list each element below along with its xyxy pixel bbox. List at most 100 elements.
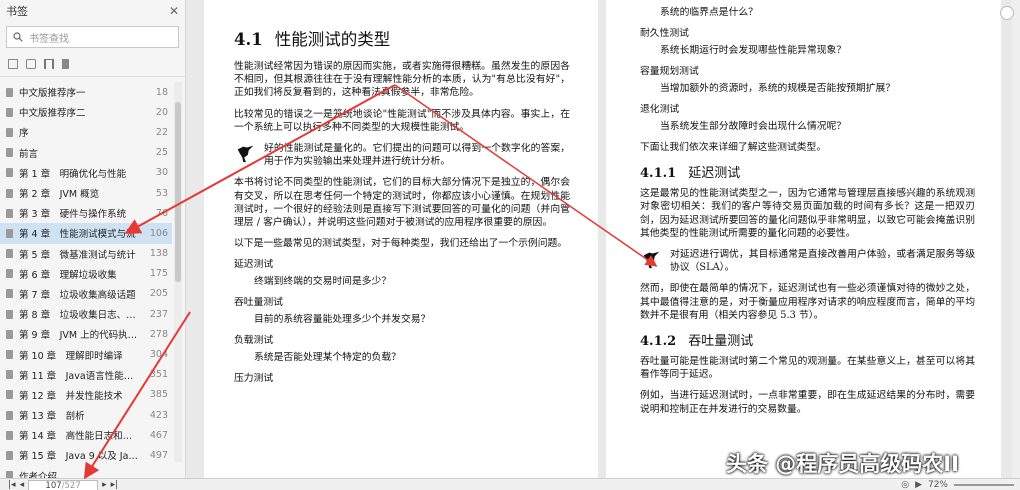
bookmark-icon [6,107,13,117]
sidebar-item-page: 351 [149,369,168,381]
divider [0,76,185,77]
bookmark-icon [6,87,13,97]
sidebar-title: 书签 [6,5,28,18]
watermark: 头条 @程序员高级码农II [726,452,959,476]
sidebar-item-label: 第 10 章 理解即时编译 [19,350,123,362]
sidebar-item-page: 205 [149,288,168,300]
sidebar-item[interactable]: 第 4 章 性能测试模式与流 106 [0,223,172,244]
sidebar-item[interactable]: 第 12 章 并发性能技术 385 [0,385,172,405]
sidebar-header: 书签 ✕ [0,0,185,22]
floating-tool-icon[interactable] [1000,6,1014,20]
sidebar-item-page: 497 [149,449,168,461]
sidebar-item[interactable]: 第 9 章 JVM 上的代码执… 278 [0,324,172,344]
zoom-slider[interactable] [954,484,1014,486]
subsection-heading: 4.1.2 吞吐量测试 [640,334,754,350]
page-number-input[interactable]: 107/527 [28,479,99,490]
sidebar-scrollbar[interactable] [174,82,182,462]
bookmark-icon [6,370,13,380]
test-type-term: 退化测试 [640,104,680,115]
note-block: 好的性能测试是量化的。它们提出的问题可以得到一个数字化的答案，用于作为实验输出来… [234,142,570,168]
bookmark-icon [6,148,13,158]
document-scrollbar[interactable] [1012,0,1020,478]
section-heading: 4.1 性能测试的类型 [234,30,391,49]
sidebar-item-label: 第 3 章 硬件与操作系统 [19,209,127,221]
crow-icon [237,145,254,163]
sidebar-item[interactable]: 第 11 章 Java语言性能… 351 [0,365,172,385]
zoom-level[interactable]: 72% [928,480,948,490]
add-bookmark-icon[interactable] [44,59,54,69]
collapse-icon[interactable] [26,59,36,69]
sidebar-item-page: 20 [155,106,168,118]
sidebar-item-page: 237 [149,308,168,320]
sidebar-item-page: 106 [149,227,168,239]
sidebar-item[interactable]: 中文版推荐序一 18 [0,82,172,102]
paragraph: 以下是一些最常见的测试类型，对于每种类型，我们还给出了一个示例问题。 [234,238,568,250]
sidebar-item[interactable]: 中文版推荐序二 20 [0,102,172,122]
sidebar-item-label: 前言 [19,148,39,160]
sidebar-item-label: 第 13 章 剖析 [19,411,85,423]
sidebar-item[interactable]: 第 8 章 垃圾收集日志、… 237 [0,304,172,324]
bookmark-icon [6,309,13,319]
bookmark-search-input[interactable]: 书签查找 [6,26,179,48]
bookmark-icon [6,350,13,360]
next-page-icon[interactable]: ▸ [102,480,107,490]
sidebar-item-label: 第 5 章 微基准测试与统计 [19,249,136,261]
bookmark-list: 中文版推荐序一 18 中文版推荐序二 20 序 22 前言 25 第 1 章 明确优化与性能 30… [0,82,172,486]
sidebar-item[interactable]: 第 15 章 Java 9 以及 Ja… 497 [0,445,172,465]
sidebar-item[interactable]: 第 6 章 理解垃圾收集 175 [0,264,172,284]
note-text: 好的性能测试是量化的。它们提出的问题可以得到一个数字化的答案，用于作为实验输出来… [264,143,570,168]
bookmark-icon [6,188,13,198]
view-controls: ◎ ▶ 72% [901,479,1014,490]
sidebar-item[interactable]: 第 5 章 微基准测试与统计 138 [0,244,172,264]
sidebar-item-page: 30 [155,167,168,179]
test-type-question: 当系统发生部分故障时会出现什么情况呢？ [660,121,847,132]
test-type-question: 目前的系统容量能处理多少个并发交易？ [254,314,431,326]
close-icon[interactable]: ✕ [169,4,179,18]
search-placeholder: 书签查找 [29,33,69,45]
sidebar-item-label: 中文版推荐序一 [19,88,86,100]
scrollbar-thumb[interactable] [175,102,181,282]
bookmark-icon [6,269,13,279]
sidebar-item[interactable]: 前言 25 [0,143,172,163]
sidebar-item[interactable]: 第 1 章 明确优化与性能 30 [0,163,172,183]
sidebar-item[interactable]: 第 10 章 理解即时编译 304 [0,344,172,364]
sidebar-item[interactable]: 第 7 章 垃圾收集高级话题 205 [0,284,172,304]
sidebar-item-label: 第 8 章 垃圾收集日志、… [19,310,136,322]
sidebar-item[interactable]: 第 2 章 JVM 概览 53 [0,183,172,203]
test-type-term: 压力测试 [234,373,274,385]
stress-test-question: 系统的临界点是什么？ [660,7,758,18]
document-view[interactable]: 4.1 性能测试的类型 性能测试经常因为错误的原因而实施，或者实施得很糟糕。虽然发… [186,0,1020,478]
sidebar-item[interactable]: 第 14 章 高性能日志和… 467 [0,425,172,445]
bookmark-sidebar: 书签 ✕ 书签查找 中文版推荐序一 18 中文版推荐序二 20 序 22 前言 25 第 1 章… [0,0,186,483]
sidebar-item-page: 304 [149,349,168,361]
paragraph: 吞吐量可能是性能测试时第二个常见的观测量。在某些意义上，甚至可以将其看作等同于延… [640,356,975,381]
bottom-toolbar: |◂ ◂ 107/527 ▸ ▸| ◎ ▶ 72% [0,478,1020,490]
sidebar-item-page: 467 [149,429,168,441]
play-icon[interactable]: ▶ [915,480,922,490]
subsection-heading: 4.1.1 延迟测试 [640,166,741,182]
bookmark-icon [6,168,13,178]
read-mode-icon[interactable]: ◎ [901,480,909,490]
sidebar-item-label: 第 6 章 理解垃圾收集 [19,269,117,281]
sidebar-item[interactable]: 第 13 章 剖析 423 [0,405,172,425]
expand-icon[interactable] [8,59,18,69]
bookmark-icon [6,289,13,299]
crow-icon [643,251,660,269]
test-type-term: 吞吐量测试 [234,297,283,309]
first-page-icon[interactable]: |◂ [8,480,16,490]
paragraph: 比较常见的错误之一是笼统地谈论"性能测试"而不涉及具体内容。事实上，在一个系统上… [234,108,570,133]
sidebar-item[interactable]: 序 22 [0,122,172,142]
sidebar-item-page: 76 [155,207,168,219]
test-type-list: 延迟测试 终端到终端的交易时间是多少？ 吞吐量测试 目前的系统容量能处理多少个并发交易… [234,258,570,385]
note-text: 对延迟进行调优，其目标通常是直接改善用户体验，或者满足服务等级协议（SLA）。 [670,249,975,274]
last-page-icon[interactable]: ▸| [111,480,119,490]
sidebar-item-label: 第 12 章 并发性能技术 [19,390,123,402]
test-type-question: 终端到终端的交易时间是多少？ [254,276,392,288]
sidebar-item-page: 138 [149,248,168,260]
right-page: 系统的临界点是什么？ 耐久性测试 系统长期运行时会发现哪些性能异常现象？ 容量规划测… [606,0,1001,478]
sidebar-item-page: 22 [155,126,168,138]
prev-page-icon[interactable]: ◂ [20,480,25,490]
bookmark-icon[interactable] [62,59,69,69]
search-icon [13,32,23,42]
sidebar-item[interactable]: 第 3 章 硬件与操作系统 76 [0,203,172,223]
